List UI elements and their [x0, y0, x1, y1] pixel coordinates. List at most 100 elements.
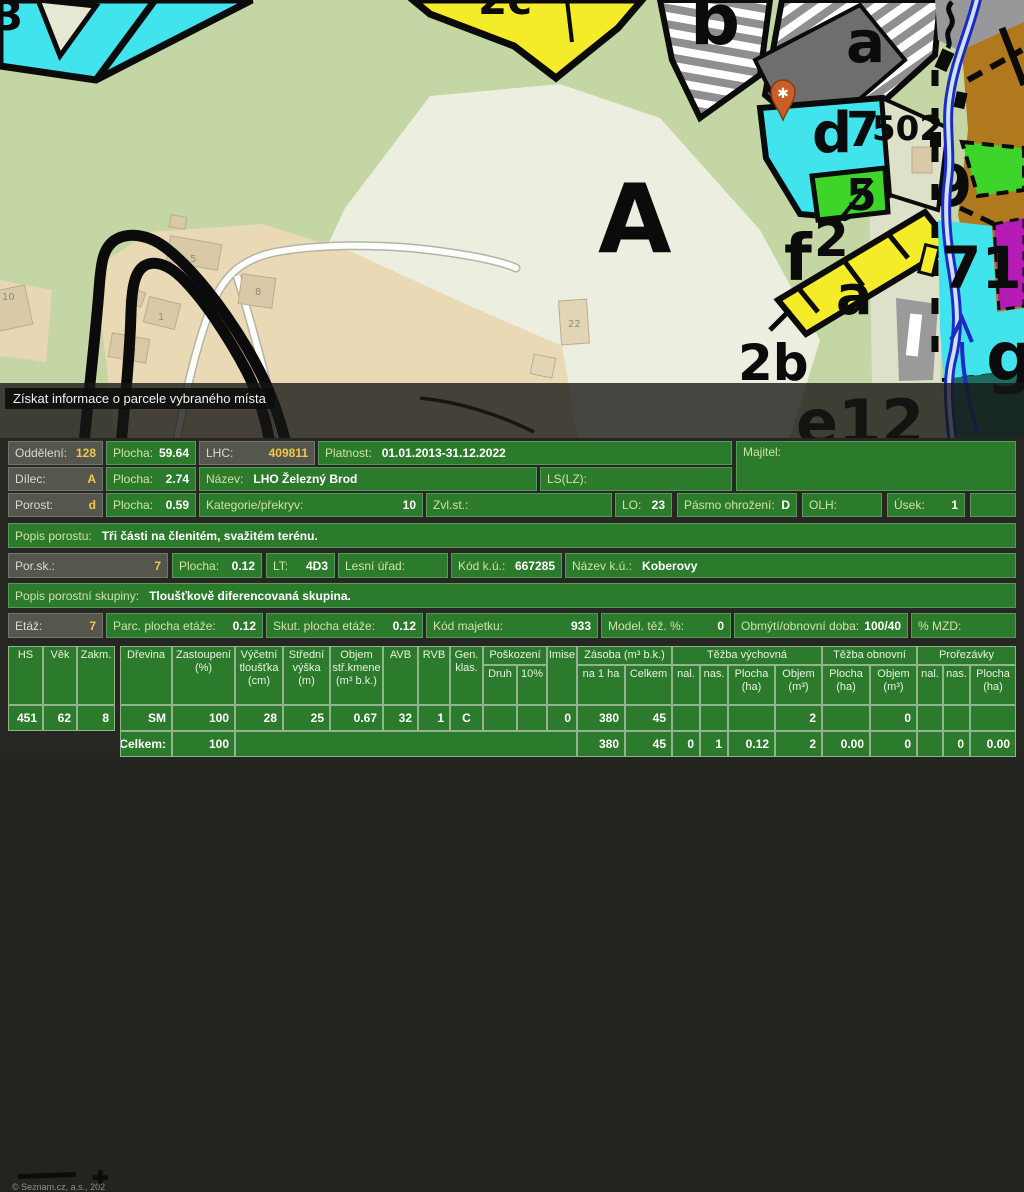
total-cell-14: 1 — [700, 731, 728, 757]
data-cell-20 — [943, 705, 970, 731]
svg-text:3: 3 — [0, 0, 23, 40]
col-header-plocha-ha: Plocha(ha) — [822, 665, 870, 705]
col-header-gen-klas: Gen.klas. — [450, 646, 483, 705]
data-cell-5: 32 — [383, 705, 418, 731]
total-zastoupeni: 100 — [172, 731, 235, 757]
group-header-těžba-výchovná: Těžba výchovná — [672, 646, 822, 665]
total-cell-21: 0.00 — [970, 731, 1016, 757]
col-header-věk: Věk — [43, 646, 77, 705]
field-kód-k-ú: Kód k.ú.:667285 — [451, 553, 562, 578]
col-header-plocha-ha: Plocha(ha) — [728, 665, 775, 705]
copyright-text: © Seznam.cz, a.s., 202 — [12, 1182, 105, 1192]
data-cell-16: 2 — [775, 705, 822, 731]
field-lhc: LHC:409811 — [199, 441, 315, 465]
field-platnost: Platnost:01.01.2013-31.12.2022 — [318, 441, 732, 465]
data-cell-3: 25 — [283, 705, 330, 731]
data-cell-12: 45 — [625, 705, 672, 731]
svg-text:2c: 2c — [478, 0, 532, 24]
data-cell-11: 380 — [577, 705, 625, 731]
col-header-dřevina: Dřevina — [120, 646, 172, 705]
svg-text:22: 22 — [568, 319, 581, 330]
col-header-rvb: RVB — [418, 646, 450, 705]
data-cell-10: 0 — [547, 705, 577, 731]
cell-hs: 451 — [8, 705, 43, 731]
group-header-zásoba-m-b-k: Zásoba (m³ b.k.) — [577, 646, 672, 665]
svg-text:10: 10 — [2, 292, 15, 303]
field-majitel: Majitel: — [736, 441, 1016, 491]
col-header-na-1-ha: na 1 ha — [577, 665, 625, 705]
data-cell-6: 1 — [418, 705, 450, 731]
field-parc-plocha-etáže: Parc. plocha etáže:0.12 — [106, 613, 263, 638]
field-plocha: Plocha:0.12 — [172, 553, 262, 578]
data-cell-9 — [517, 705, 547, 731]
data-cell-15 — [728, 705, 775, 731]
col-header-střední-výška-m: Střednívýška(m) — [283, 646, 330, 705]
field-kód-majetku: Kód majetku:933 — [426, 613, 598, 638]
field-plocha: Plocha:0.59 — [106, 493, 196, 517]
field-obmýtí-obnovní-doba: Obmýtí/obnovní doba:100/40 — [734, 613, 908, 638]
col-header-avb: AVB — [383, 646, 418, 705]
total-cell-16: 2 — [775, 731, 822, 757]
svg-text:8: 8 — [255, 287, 261, 298]
data-cell-4: 0.67 — [330, 705, 383, 731]
col-header-imise: Imise — [547, 646, 577, 705]
total-cell-18: 0 — [870, 731, 917, 757]
field-plocha: Plocha:2.74 — [106, 467, 196, 491]
field-por-sk: Por.sk.:7 — [8, 553, 168, 578]
map-tooltip: Získat informace o parcele vybraného mís… — [5, 388, 274, 409]
field-název: Název:LHO Železný Brod — [199, 467, 537, 491]
svg-text:b: b — [690, 0, 740, 61]
svg-text:A: A — [598, 165, 672, 275]
data-cell-8 — [483, 705, 517, 731]
col-header-nal: nal. — [917, 665, 943, 705]
field-lesní-úřad: Lesní úřad: — [338, 553, 448, 578]
svg-text:a: a — [846, 8, 885, 76]
svg-text:713: 713 — [941, 234, 1024, 302]
data-cell-17 — [822, 705, 870, 731]
field-lo: LO:23 — [615, 493, 672, 517]
col-header-plocha-ha: Plocha(ha) — [970, 665, 1016, 705]
field-ls-lz: LS(LZ): — [540, 467, 732, 491]
data-cell-18: 0 — [870, 705, 917, 731]
data-cell-1: 100 — [172, 705, 235, 731]
col-header-zastoupení: Zastoupení(%) — [172, 646, 235, 705]
total-cell-12: 45 — [625, 731, 672, 757]
black-blob-3 — [930, 132, 941, 147]
data-cell-2: 28 — [235, 705, 283, 731]
field-popis-porostu: Popis porostu:Tři části na členitém, sva… — [8, 523, 1016, 548]
data-cell-0: SM — [120, 705, 172, 731]
map-fragment-line — [18, 1172, 76, 1179]
map-viewport[interactable]: 10 5 8 1 2 22 3 2c b a — [0, 0, 1024, 438]
field-kategorie-překryv: Kategorie/překryv:10 — [199, 493, 423, 517]
total-merged-empty — [235, 731, 577, 757]
field-oddělení: Oddělení:128 — [8, 441, 103, 465]
col-header-objem-m: Objem(m³) — [870, 665, 917, 705]
col-header-zakm: Zakm. — [77, 646, 115, 705]
total-cell-17: 0.00 — [822, 731, 870, 757]
field-zvl-st: Zvl.st.: — [426, 493, 612, 517]
svg-text:a: a — [836, 264, 872, 327]
group-header-poškození: Poškození — [483, 646, 547, 665]
field-etáž: Etáž:7 — [8, 613, 103, 638]
total-cell-13: 0 — [672, 731, 700, 757]
field-název-k-ú: Název k.ú.:Koberovy — [565, 553, 1016, 578]
map-canvas[interactable]: 10 5 8 1 2 22 3 2c b a — [0, 0, 1024, 438]
total-cell-15: 0.12 — [728, 731, 775, 757]
col-header-nas: nas. — [700, 665, 728, 705]
field-porost: Porost:d — [8, 493, 103, 517]
col-header-10: 10% — [517, 665, 547, 705]
data-cell-21 — [970, 705, 1016, 731]
total-label: Celkem: — [120, 731, 172, 757]
field-model-těž: Model. těž. %:0 — [601, 613, 731, 638]
field-cell — [970, 493, 1016, 517]
group-header-těžba-obnovní: Těžba obnovní — [822, 646, 917, 665]
cell-zakm: 8 — [77, 705, 115, 731]
data-cell-19 — [917, 705, 943, 731]
field-dílec: Dílec:A — [8, 467, 103, 491]
field-plocha: Plocha:59.64 — [106, 441, 196, 465]
field-lt: LT:4D3 — [266, 553, 335, 578]
svg-text:✱: ✱ — [777, 86, 789, 102]
field-olh: OLH: — [802, 493, 882, 517]
col-header-výčetní-tloušťka-cm: Výčetnítloušťka(cm) — [235, 646, 283, 705]
col-header-druh: Druh — [483, 665, 517, 705]
